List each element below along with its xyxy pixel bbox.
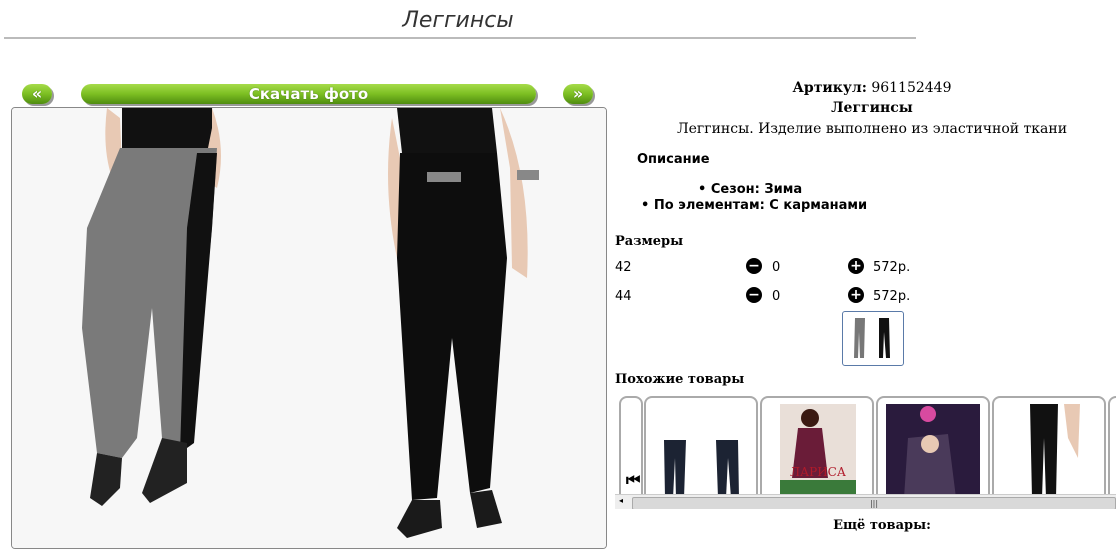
size-quantity: 0 xyxy=(772,260,781,275)
title-divider xyxy=(4,37,916,39)
article-value: 961152449 xyxy=(871,80,952,96)
similar-heading: Похожие товары xyxy=(615,372,745,387)
similar-card[interactable]: ЛАРИСА xyxy=(760,396,874,498)
carousel-scrollbar[interactable]: ◂ ||| xyxy=(615,494,1116,509)
leggings-photo xyxy=(12,108,606,548)
article-label: Артикул: xyxy=(792,80,867,96)
skip-back-icon[interactable]: ⏮ xyxy=(626,470,640,490)
similar-carousel[interactable]: ⏮ ЛАРИСА ◂ ||| xyxy=(615,393,1116,509)
similar-image: ЛАРИСА xyxy=(780,404,856,498)
size-quantity: 0 xyxy=(772,289,781,304)
selected-photo-thumbnail[interactable] xyxy=(842,311,904,366)
thumbnail-image xyxy=(854,318,890,358)
product-photo[interactable] xyxy=(11,107,607,549)
next-photo-button[interactable]: » xyxy=(563,84,593,104)
plus-circle-icon[interactable]: + xyxy=(848,287,864,303)
size-value: 44 xyxy=(615,289,632,304)
page-title: Леггинсы xyxy=(402,8,514,33)
download-photo-button[interactable]: Скачать фото xyxy=(81,84,536,104)
similar-image xyxy=(664,440,739,498)
minus-circle-icon[interactable]: − xyxy=(746,258,762,274)
similar-card[interactable] xyxy=(992,396,1106,498)
size-price: 572р. xyxy=(873,289,911,304)
product-name: Леггинсы xyxy=(831,100,913,116)
card-text: ЛАРИСА xyxy=(790,465,846,479)
similar-card[interactable] xyxy=(1108,396,1116,498)
similar-card[interactable]: ⏮ xyxy=(619,396,643,498)
minus-circle-icon[interactable]: − xyxy=(746,287,762,303)
scroll-left-icon[interactable]: ◂ xyxy=(619,496,623,505)
description-item: • По элементам: С карманами xyxy=(641,198,868,213)
size-value: 42 xyxy=(615,260,632,275)
similar-card[interactable] xyxy=(876,396,990,498)
similar-image xyxy=(886,404,980,498)
plus-circle-icon[interactable]: + xyxy=(848,258,864,274)
prev-photo-button[interactable]: « xyxy=(22,84,52,104)
scrollbar-thumb[interactable]: ||| xyxy=(632,497,1116,509)
similar-card[interactable] xyxy=(644,396,758,498)
description-item: • Сезон: Зима xyxy=(698,182,803,197)
size-price: 572р. xyxy=(873,260,911,275)
more-products-heading: Ещё товары: xyxy=(833,518,931,533)
size-row: 44 − 0 + 572р. xyxy=(615,287,915,307)
size-row: 42 − 0 + 572р. xyxy=(615,258,915,278)
product-summary: Леггинсы. Изделие выполнено из эластично… xyxy=(676,121,1068,137)
similar-image xyxy=(1030,404,1080,498)
description-heading: Описание xyxy=(637,152,710,167)
sizes-heading: Размеры xyxy=(615,234,684,249)
